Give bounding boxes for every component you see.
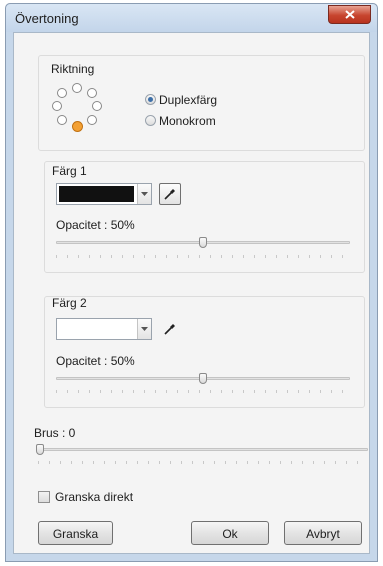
color2-swatch: [59, 321, 134, 337]
window-title: Övertoning: [15, 11, 79, 26]
direction-sw[interactable]: [57, 115, 67, 125]
color2-opacity-label: Opacitet : 50%: [56, 354, 135, 368]
eyedropper-icon: [164, 324, 175, 335]
close-icon: [344, 10, 355, 19]
color2-dropdown-arrow[interactable]: [137, 319, 151, 339]
color2-label: Färg 2: [52, 296, 87, 310]
direction-ne[interactable]: [87, 88, 97, 98]
preview-button[interactable]: Granska: [38, 521, 113, 545]
color1-opacity-ticks: [56, 255, 350, 258]
color1-opacity-thumb[interactable]: [199, 237, 207, 248]
color2-opacity-ticks: [56, 390, 350, 393]
close-button[interactable]: [328, 5, 371, 24]
radio-monochrome-label[interactable]: Monokrom: [159, 114, 216, 128]
ok-button[interactable]: Ok: [191, 521, 269, 545]
eyedropper-icon: [164, 189, 175, 200]
title-bar[interactable]: Övertoning: [6, 4, 377, 32]
direction-selector[interactable]: [48, 83, 108, 139]
radio-monochrome[interactable]: [145, 115, 156, 126]
color1-swatch: [59, 186, 134, 202]
color1-picker[interactable]: [56, 183, 152, 205]
preview-live-checkbox[interactable]: [38, 491, 50, 503]
color2-opacity-thumb[interactable]: [199, 373, 207, 384]
color1-eyedropper-button[interactable]: [159, 183, 181, 205]
noise-track[interactable]: [38, 448, 368, 451]
direction-nw[interactable]: [57, 88, 67, 98]
color1-label: Färg 1: [52, 164, 87, 178]
noise-ticks: [38, 461, 368, 464]
cancel-button[interactable]: Avbryt: [284, 521, 362, 545]
direction-e[interactable]: [92, 101, 102, 111]
color1-opacity-label: Opacitet : 50%: [56, 218, 135, 232]
direction-n[interactable]: [72, 83, 82, 93]
color2-eyedropper-button[interactable]: [159, 318, 181, 340]
chevron-down-icon: [141, 327, 148, 331]
direction-w[interactable]: [52, 101, 62, 111]
radio-duplex-label[interactable]: Duplexfärg: [159, 93, 217, 107]
noise-label: Brus : 0: [34, 426, 76, 440]
dialog-body: Riktning Duplexfärg Monokrom Färg 1 Opac…: [13, 32, 370, 554]
radio-duplex[interactable]: [145, 94, 156, 105]
direction-s[interactable]: [72, 121, 83, 132]
direction-se[interactable]: [87, 115, 97, 125]
preview-live-label[interactable]: Granska direkt: [55, 490, 133, 504]
color1-dropdown-arrow[interactable]: [137, 184, 151, 204]
gradient-dialog: Övertoning Riktning Duplexfärg Monokrom …: [5, 3, 378, 562]
direction-label: Riktning: [51, 62, 95, 76]
chevron-down-icon: [141, 192, 148, 196]
color2-picker[interactable]: [56, 318, 152, 340]
noise-thumb[interactable]: [36, 444, 44, 455]
